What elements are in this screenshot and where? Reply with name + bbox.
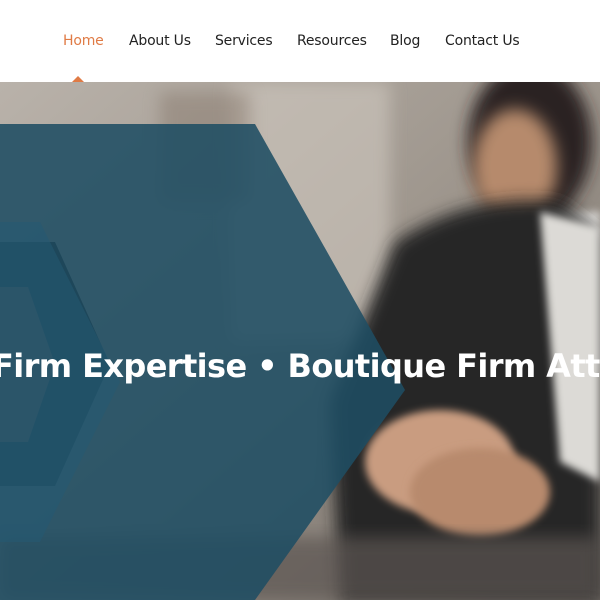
active-nav-indicator bbox=[72, 76, 84, 82]
hero-background-image bbox=[0, 82, 600, 600]
nav-item-resources[interactable]: Resources bbox=[297, 32, 367, 50]
page: Home About Us Services Resources Blog Co… bbox=[0, 0, 600, 600]
hero-tagline: Firm Expertise • Boutique Firm Atten bbox=[0, 347, 600, 385]
nav-item-about-us[interactable]: About Us bbox=[129, 32, 191, 50]
nav-item-blog[interactable]: Blog bbox=[390, 32, 420, 50]
nav-item-home[interactable]: Home bbox=[63, 32, 104, 50]
nav-item-contact-us[interactable]: Contact Us bbox=[445, 32, 520, 50]
nav-item-services[interactable]: Services bbox=[215, 32, 273, 50]
top-navigation: Home About Us Services Resources Blog Co… bbox=[0, 0, 600, 82]
hero-section: Firm Expertise • Boutique Firm Atten bbox=[0, 82, 600, 600]
